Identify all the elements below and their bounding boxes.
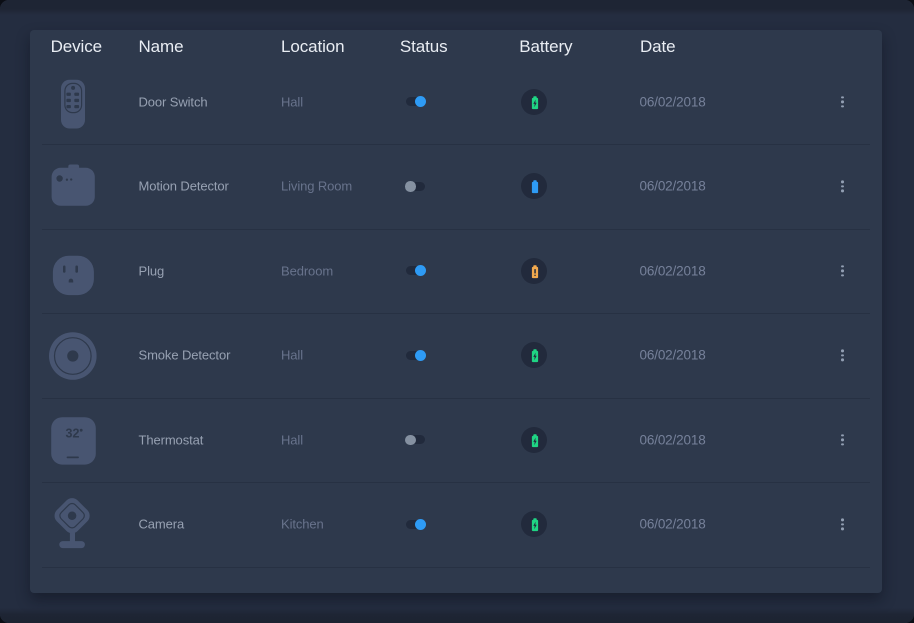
svg-text:32: 32	[66, 426, 80, 440]
